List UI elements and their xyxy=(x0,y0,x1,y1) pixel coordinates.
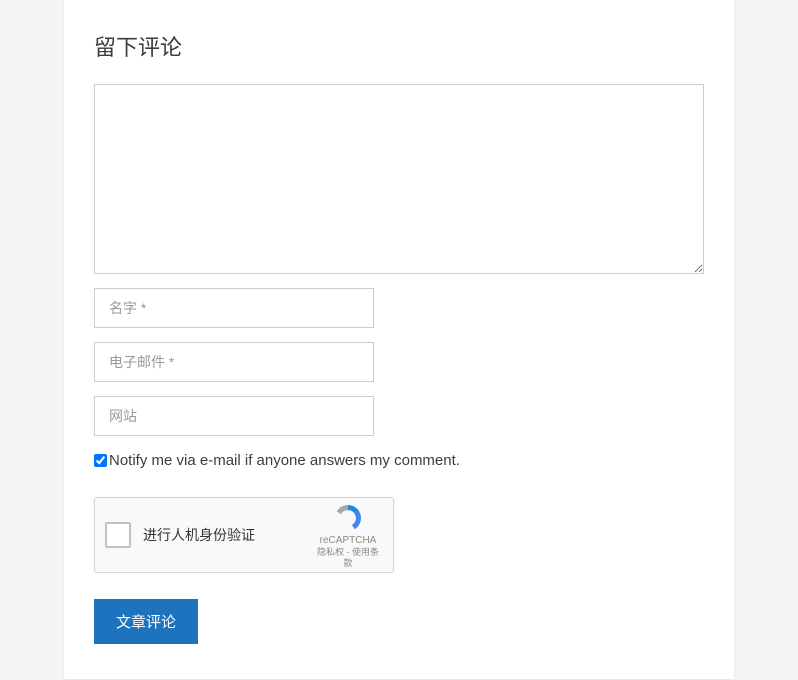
notify-label: Notify me via e-mail if anyone answers m… xyxy=(109,452,460,469)
name-input[interactable] xyxy=(94,288,374,328)
notify-checkbox[interactable] xyxy=(94,454,107,467)
notify-row: Notify me via e-mail if anyone answers m… xyxy=(94,452,704,469)
recaptcha-widget: 进行人机身份验证 reCAPTCHA 隐私权 - 使用条款 xyxy=(94,497,394,573)
recaptcha-checkbox[interactable] xyxy=(105,522,131,548)
recaptcha-branding: reCAPTCHA 隐私权 - 使用条款 xyxy=(313,502,383,569)
recaptcha-icon xyxy=(332,502,364,534)
recaptcha-label: 进行人机身份验证 xyxy=(143,525,313,545)
comment-textarea[interactable] xyxy=(94,84,704,274)
comment-form-card: 留下评论 Notify me via e-mail if anyone answ… xyxy=(64,0,734,679)
submit-button[interactable]: 文章评论 xyxy=(94,599,198,644)
form-heading: 留下评论 xyxy=(94,30,704,62)
website-input[interactable] xyxy=(94,396,374,436)
recaptcha-terms-text: 隐私权 - 使用条款 xyxy=(313,547,383,569)
email-input[interactable] xyxy=(94,342,374,382)
recaptcha-brand-text: reCAPTCHA xyxy=(320,535,377,547)
